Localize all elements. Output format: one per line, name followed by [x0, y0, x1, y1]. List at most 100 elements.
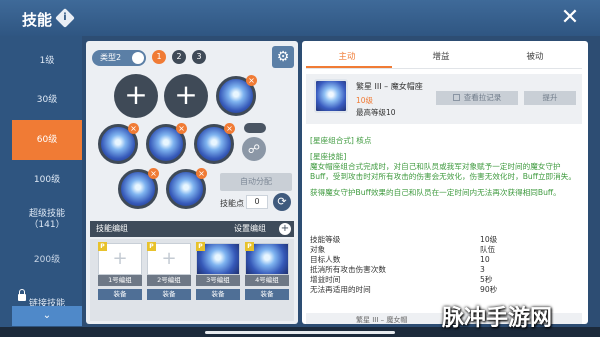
set-edit-label[interactable]: 设置编组 — [234, 221, 266, 237]
checkbox-icon — [452, 94, 460, 101]
skill-points-value: 0 — [246, 195, 268, 209]
type-toggle[interactable]: 类型2 — [92, 50, 146, 66]
skill-group-card[interactable]: P 4号编组 装备 — [245, 242, 289, 301]
remove-icon[interactable]: × — [148, 168, 159, 179]
stat-row: 对象 队伍 — [310, 245, 580, 255]
skill-stats: 技能等级 10级 对象 队伍 目标人数 10 抵消所有攻击伤害次数 3 增益时间 5秒 无… — [310, 235, 580, 295]
tier-sidebar: 1级 30级 60级 100级 超级技能 （141） 200级 链接技能 — [0, 36, 82, 337]
stat-value: 10级 — [480, 235, 498, 244]
remove-icon[interactable]: × — [176, 123, 187, 134]
info-icon[interactable]: i — [55, 8, 75, 28]
record-button[interactable]: 查看拉记录 — [436, 91, 518, 105]
skill-slot[interactable]: × — [216, 75, 257, 116]
next-skill-name: 繁星 III – 魔女帽 — [356, 316, 408, 324]
skill-group-label: 2号编组 — [147, 275, 191, 286]
close-button[interactable]: ✕ — [558, 6, 582, 30]
skill-slot[interactable]: × — [166, 168, 207, 209]
watermark: 脉冲手游网 — [442, 306, 553, 331]
skill-loadout-panel: 类型2 1 2 3 ⚙ + + × × × × × × ☍ 自动分配 技能点 0… — [86, 41, 298, 324]
upgrade-button[interactable]: 提升 — [524, 91, 576, 105]
gear-icon[interactable]: ⚙ — [272, 46, 294, 68]
badge-p-icon: P — [98, 242, 107, 251]
skill-edit-header: 技能编组 设置编组 + — [90, 221, 294, 237]
skill-group-card[interactable]: P 1号编组 装备 — [98, 242, 142, 301]
tier-label-line1: 超级技能 — [28, 209, 65, 219]
home-indicator[interactable] — [205, 331, 395, 334]
stat-key: 对象 — [310, 245, 326, 254]
tier-label: 200级 — [33, 255, 61, 265]
skill-slot[interactable]: × — [118, 168, 159, 209]
desc-tag: [星座组合式] 核点 — [310, 136, 372, 145]
skill-edit-title: 技能编组 — [96, 224, 128, 233]
remove-icon[interactable]: × — [128, 123, 139, 134]
skill-group-label: 4号编组 — [245, 275, 289, 286]
tier-item-100[interactable]: 100级 — [12, 160, 82, 200]
badge-p-icon: P — [196, 242, 205, 251]
tier-label: 60级 — [36, 135, 58, 145]
slot-tab-3[interactable]: 3 — [192, 50, 206, 64]
skill-level: 10级 — [356, 96, 374, 105]
refresh-icon[interactable]: ⟳ — [273, 193, 291, 211]
tier-item-super-skill[interactable]: 超级技能 （141） — [12, 202, 82, 242]
chevron-down-icon[interactable]: ⌄ — [12, 306, 82, 326]
tier-item-30[interactable]: 30级 — [12, 80, 82, 120]
skill-icon — [314, 79, 348, 113]
badge-p-icon: P — [147, 242, 156, 251]
divider — [306, 68, 582, 69]
skill-slot[interactable]: × — [194, 123, 235, 164]
stat-row: 技能等级 10级 — [310, 235, 580, 245]
stat-value: 队伍 — [480, 245, 496, 254]
tier-item-60[interactable]: 60级 — [12, 120, 82, 160]
toggle-switch[interactable] — [244, 123, 266, 133]
link-icon[interactable]: ☍ — [242, 137, 266, 161]
equip-button[interactable]: 装备 — [196, 289, 240, 300]
badge-p-icon: P — [245, 242, 254, 251]
tier-item-200[interactable]: 200级 — [12, 240, 82, 280]
stat-row: 抵消所有攻击伤害次数 3 — [310, 265, 580, 275]
tab-active[interactable]: 主动 — [302, 49, 392, 65]
stat-key: 目标人数 — [310, 255, 341, 264]
stat-key: 抵消所有攻击伤害次数 — [310, 265, 386, 274]
remove-icon[interactable]: × — [196, 168, 207, 179]
slot-tab-1[interactable]: 1 — [152, 50, 166, 64]
tier-label: 超级技能 （141） — [12, 202, 82, 231]
tier-label: 30级 — [36, 95, 58, 105]
stat-value: 10 — [480, 255, 490, 264]
toggle-knob-icon — [132, 52, 144, 64]
stat-value: 3 — [480, 265, 485, 274]
add-skill-button[interactable]: + — [114, 74, 158, 118]
skill-description: [星座组合式] 核点 [星座技能] 魔女帽座组合式完成时，对自己和队员或我军对象… — [310, 136, 580, 204]
stat-key: 技能等级 — [310, 235, 341, 244]
equip-button[interactable]: 装备 — [98, 289, 142, 300]
skill-name: 繁星 III – 魔女帽座 — [356, 82, 423, 91]
skill-detail-header: 繁星 III – 魔女帽座 10级 最高等级10 查看拉记录 提升 — [306, 74, 582, 124]
equip-button[interactable]: 装备 — [245, 289, 289, 300]
stat-row: 增益时间 5秒 — [310, 275, 580, 285]
tab-buff[interactable]: 增益 — [396, 49, 486, 65]
tab-passive[interactable]: 被动 — [490, 49, 580, 65]
slot-tab-2[interactable]: 2 — [172, 50, 186, 64]
skill-detail-panel: 主动 增益 被动 繁星 III – 魔女帽座 10级 最高等级10 查看拉记录 … — [302, 41, 588, 324]
add-icon[interactable]: + — [279, 223, 291, 235]
remove-icon[interactable]: × — [224, 123, 235, 134]
skill-group-card[interactable]: P 2号编组 装备 — [147, 242, 191, 301]
tier-item-1[interactable]: 1级 — [12, 41, 82, 81]
skill-edit-body: P 1号编组 装备 P 2号编组 装备 P 3号编组 装备 P 4号编组 装备 — [90, 239, 294, 321]
type-label: 类型2 — [100, 53, 122, 62]
skill-group-card[interactable]: P 3号编组 装备 — [196, 242, 240, 301]
remove-icon[interactable]: × — [246, 75, 257, 86]
skill-group-label: 3号编组 — [196, 275, 240, 286]
page-title: 技能 — [22, 11, 53, 29]
top-bar: 技能 i ✕ — [0, 0, 600, 36]
record-label: 查看拉记录 — [463, 93, 502, 102]
tier-label: 100级 — [33, 175, 61, 185]
stat-row: 目标人数 10 — [310, 255, 580, 265]
auto-assign-button[interactable]: 自动分配 — [220, 173, 292, 191]
add-skill-button[interactable]: + — [164, 74, 208, 118]
skill-slot[interactable]: × — [98, 123, 139, 164]
stat-key: 增益时间 — [310, 275, 341, 284]
stat-row: 无法再适用的时间 90秒 — [310, 285, 580, 295]
equip-button[interactable]: 装备 — [147, 289, 191, 300]
skill-slot[interactable]: × — [146, 123, 187, 164]
stat-value: 5秒 — [480, 275, 493, 284]
